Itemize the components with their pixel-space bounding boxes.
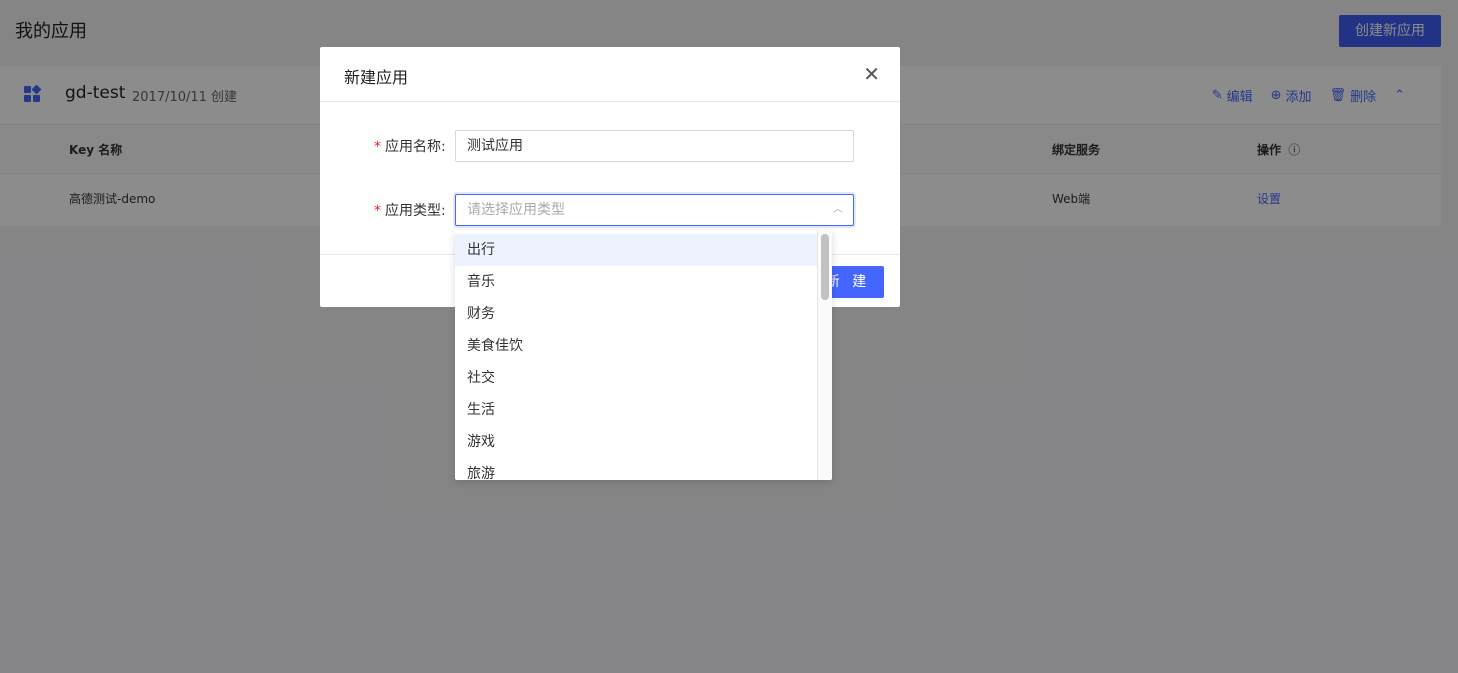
dropdown-option[interactable]: 美食佳饮 — [455, 330, 817, 362]
required-marker: * — [374, 139, 381, 155]
dropdown-option[interactable]: 财务 — [455, 298, 817, 330]
dropdown-option[interactable]: 游戏 — [455, 426, 817, 458]
modal-title: 新建应用 — [344, 68, 409, 87]
required-marker: * — [374, 203, 381, 219]
app-name-label: * 应用名称: — [374, 136, 446, 156]
app-type-select[interactable]: 请选择应用类型 ︿ — [455, 194, 854, 226]
dropdown-option[interactable]: 社交 — [455, 362, 817, 394]
app-name-label-text: 应用名称: — [385, 139, 446, 155]
app-type-label-text: 应用类型: — [385, 203, 446, 219]
app-name-input[interactable]: 测试应用 — [455, 130, 854, 162]
app-type-label: * 应用类型: — [374, 200, 446, 220]
chevron-up-icon: ︿ — [833, 204, 843, 215]
dropdown-option[interactable]: 出行 — [455, 234, 817, 266]
close-icon[interactable]: ✕ — [863, 62, 880, 86]
app-type-dropdown: 出行 音乐 财务 美食佳饮 社交 生活 游戏 旅游 — [455, 230, 832, 480]
dropdown-option[interactable]: 生活 — [455, 394, 817, 426]
dropdown-option[interactable]: 旅游 — [455, 458, 817, 480]
dropdown-scrollbar[interactable] — [817, 230, 832, 480]
modal-header: 新建应用 ✕ — [320, 47, 900, 102]
scrollbar-thumb[interactable] — [821, 234, 829, 300]
app-type-placeholder: 请选择应用类型 — [467, 202, 565, 218]
dropdown-option[interactable]: 音乐 — [455, 266, 817, 298]
